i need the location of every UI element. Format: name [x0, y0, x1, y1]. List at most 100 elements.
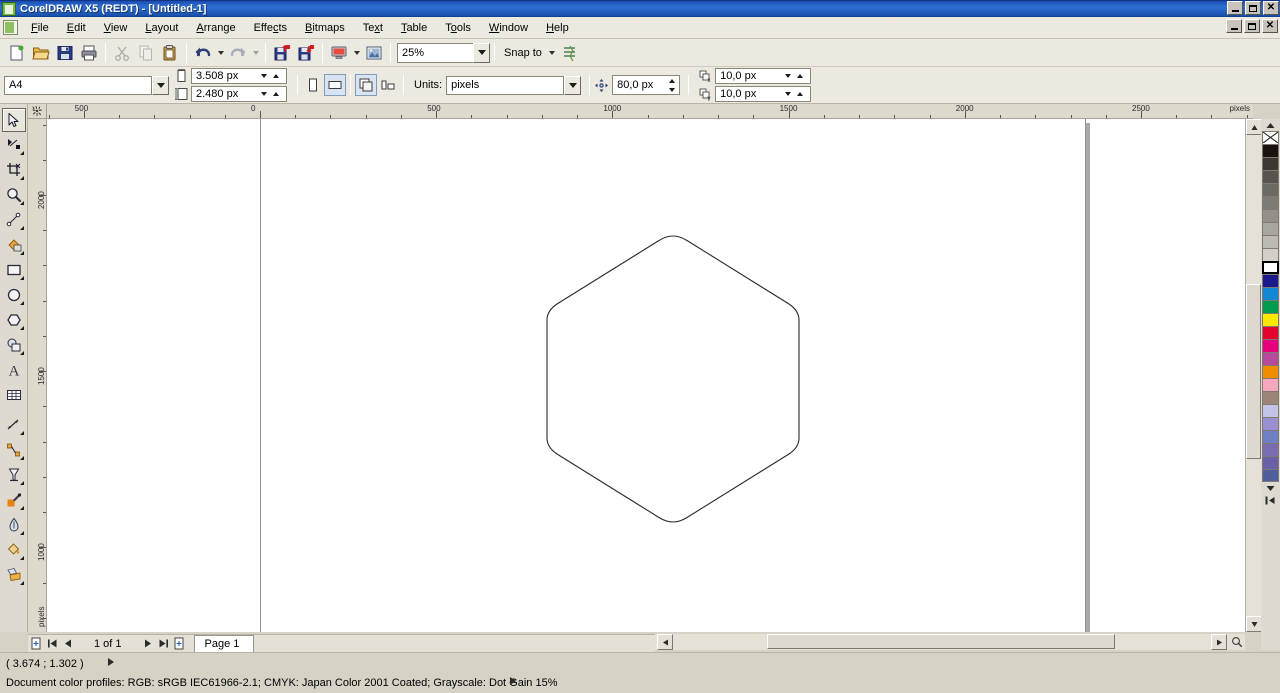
page-height-field[interactable]: [191, 86, 287, 102]
duplicate-y-increment-button[interactable]: [794, 87, 806, 101]
freehand-tool[interactable]: [2, 208, 26, 232]
fill-tool-flyout-arrow[interactable]: [19, 556, 24, 560]
scroll-left-button[interactable]: [657, 634, 673, 650]
paper-type-combo[interactable]: [4, 75, 152, 95]
palette-swatch[interactable]: [1262, 417, 1279, 430]
basic-shapes-tool-flyout-arrow[interactable]: [19, 351, 24, 355]
copy-button[interactable]: [134, 41, 158, 65]
cut-button[interactable]: [110, 41, 134, 65]
units-dropdown-button[interactable]: [564, 75, 582, 95]
horizontal-scrollbar[interactable]: [655, 634, 1245, 650]
palette-swatch[interactable]: [1262, 209, 1279, 222]
table-tool[interactable]: [2, 383, 26, 407]
export-button[interactable]: [294, 41, 318, 65]
duplicate-x-increment-button[interactable]: [794, 69, 806, 83]
page-height-increment-button[interactable]: [270, 87, 282, 101]
palette-swatch[interactable]: [1262, 378, 1279, 391]
palette-swatch[interactable]: [1262, 274, 1279, 287]
paper-type-input[interactable]: [5, 76, 131, 94]
text-tool[interactable]: A: [2, 358, 26, 382]
duplicate-x-field[interactable]: [715, 68, 812, 84]
palette-swatch[interactable]: [1262, 235, 1279, 248]
document-icon[interactable]: [3, 20, 18, 35]
menu-edit[interactable]: Edit: [58, 19, 95, 37]
duplicate-x-decrement-button[interactable]: [782, 69, 794, 83]
palette-swatch[interactable]: [1262, 196, 1279, 209]
interactive-fill-tool-flyout-arrow[interactable]: [19, 581, 24, 585]
nudge-distance-input[interactable]: [613, 76, 666, 94]
document-close-button[interactable]: ✕: [1262, 19, 1278, 33]
menu-table[interactable]: Table: [392, 19, 436, 37]
outline-pen-tool-flyout-arrow[interactable]: [19, 531, 24, 535]
application-launcher-button[interactable]: [327, 41, 351, 65]
outline-pen-tool[interactable]: [2, 513, 26, 537]
new-document-button[interactable]: [5, 41, 29, 65]
page-tab-page-1[interactable]: Page 1: [193, 635, 255, 652]
duplicate-y-input[interactable]: [716, 87, 783, 101]
palette-swatch[interactable]: [1262, 469, 1279, 482]
drawing-canvas[interactable]: [47, 119, 1253, 632]
close-button[interactable]: ✕: [1263, 1, 1279, 15]
application-launcher-dropdown-arrow[interactable]: [351, 42, 362, 64]
palette-swatch[interactable]: [1262, 326, 1279, 339]
dimension-tool[interactable]: [2, 413, 26, 437]
menu-window[interactable]: Window: [480, 19, 537, 37]
blend-tool-flyout-arrow[interactable]: [19, 481, 24, 485]
nudge-increment-button[interactable]: [665, 76, 678, 85]
menu-text[interactable]: Text: [354, 19, 392, 37]
crop-tool-flyout-arrow[interactable]: [19, 176, 24, 180]
smart-fill-tool[interactable]: [2, 233, 26, 257]
scroll-right-button[interactable]: [1211, 634, 1227, 650]
open-document-button[interactable]: [29, 41, 53, 65]
duplicate-y-field[interactable]: [715, 86, 812, 102]
next-page-button[interactable]: [140, 636, 156, 652]
print-button[interactable]: [77, 41, 101, 65]
palette-swatch[interactable]: [1262, 287, 1279, 300]
color-eyedropper-tool-flyout-arrow[interactable]: [19, 506, 24, 510]
snap-to-dropdown-arrow[interactable]: [547, 42, 558, 64]
vertical-ruler[interactable]: 200015001000500pixels: [28, 119, 47, 632]
palette-swatch[interactable]: [1262, 313, 1279, 326]
crop-tool[interactable]: [2, 158, 26, 182]
duplicate-y-decrement-button[interactable]: [782, 87, 794, 101]
palette-scroll-down-button[interactable]: [1262, 482, 1279, 494]
redo-button[interactable]: [226, 41, 250, 65]
zoom-level-input[interactable]: [398, 43, 450, 62]
page-width-input[interactable]: [192, 69, 258, 83]
last-page-button[interactable]: [156, 636, 172, 652]
palette-swatch[interactable]: [1262, 365, 1279, 378]
connector-tool[interactable]: [2, 438, 26, 462]
rectangle-tool[interactable]: [2, 258, 26, 282]
vertical-scrollbar-thumb[interactable]: [1246, 284, 1261, 459]
restore-button[interactable]: [1245, 1, 1261, 15]
undo-button[interactable]: [191, 41, 215, 65]
palette-swatch[interactable]: [1262, 183, 1279, 196]
menu-bitmaps[interactable]: Bitmaps: [296, 19, 354, 37]
hexagon-shape[interactable]: [545, 234, 801, 524]
palette-swatch[interactable]: [1262, 222, 1279, 235]
zoom-level-combo[interactable]: [397, 42, 473, 63]
zoom-tool[interactable]: [2, 183, 26, 207]
nudge-distance-field[interactable]: [612, 75, 681, 95]
status-expand-arrow-icon[interactable]: [108, 658, 114, 666]
document-restore-button[interactable]: [1244, 19, 1260, 33]
corel-connect-button[interactable]: [362, 41, 386, 65]
import-button[interactable]: [270, 41, 294, 65]
scroll-down-button[interactable]: [1246, 616, 1262, 632]
dimension-tool-flyout-arrow[interactable]: [19, 431, 24, 435]
all-pages-button[interactable]: [355, 74, 377, 96]
palette-swatch[interactable]: [1262, 144, 1279, 157]
portrait-orientation-button[interactable]: [302, 74, 324, 96]
palette-swatch[interactable]: [1262, 300, 1279, 313]
add-page-before-button[interactable]: [28, 636, 44, 652]
zoom-tool-flyout-arrow[interactable]: [19, 201, 24, 205]
landscape-orientation-button[interactable]: [324, 74, 346, 96]
menu-layout[interactable]: Layout: [136, 19, 187, 37]
palette-swatch[interactable]: [1262, 157, 1279, 170]
horizontal-ruler[interactable]: 50005001000150020002500300035004000pixel…: [47, 104, 1253, 119]
menu-tools[interactable]: Tools: [436, 19, 480, 37]
palette-swatch[interactable]: [1262, 248, 1279, 261]
units-combo[interactable]: [446, 75, 565, 95]
rectangle-tool-flyout-arrow[interactable]: [19, 276, 24, 280]
document-minimize-button[interactable]: [1226, 19, 1242, 33]
